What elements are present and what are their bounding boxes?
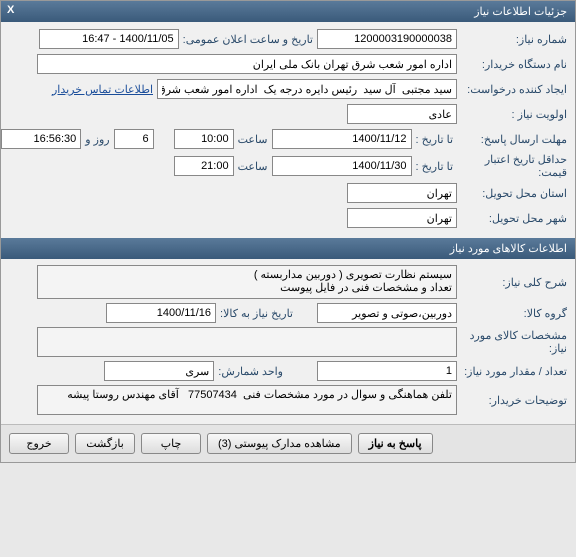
- label-deadline: مهلت ارسال پاسخ:: [457, 133, 567, 146]
- field-deadline-date: [272, 129, 412, 149]
- main-header-title: جزئیات اطلاعات نیاز: [474, 6, 567, 18]
- label-days-and: روز و: [81, 133, 113, 146]
- label-specs: مشخصات کالای مورد نیاز:: [457, 329, 567, 355]
- field-remaining-time: [1, 129, 81, 149]
- label-need-by: تاریخ نیاز به کالا:: [216, 307, 297, 320]
- respond-button[interactable]: پاسخ به نیاز: [358, 433, 433, 454]
- field-need-by: [106, 303, 216, 323]
- field-need-number: [317, 29, 457, 49]
- back-button[interactable]: بازگشت: [75, 433, 135, 454]
- label-validity: حداقل تاریخ اعتبار قیمت:: [457, 153, 567, 179]
- label-summary: شرح کلی نیاز:: [457, 276, 567, 289]
- label-priority: اولویت نیاز :: [457, 108, 567, 121]
- items-form: شرح کلی نیاز: گروه کالا: تاریخ نیاز به ک…: [1, 259, 575, 424]
- field-deadline-time: [174, 129, 234, 149]
- attachments-button[interactable]: مشاهده مدارک پیوستی (3): [207, 433, 352, 454]
- field-specs: [37, 327, 457, 357]
- field-quantity: [317, 361, 457, 381]
- label-remaining: ساعت باقی مانده: [0, 133, 1, 146]
- field-summary: [37, 265, 457, 299]
- label-buyer-org: نام دستگاه خریدار:: [457, 58, 567, 71]
- label-hour-1: ساعت: [234, 133, 272, 146]
- main-form: شماره نیاز: تاریخ و ساعت اعلان عمومی: نا…: [1, 22, 575, 238]
- field-validity-time: [174, 156, 234, 176]
- label-request-creator: ایجاد کننده درخواست:: [457, 83, 567, 96]
- field-validity-date: [272, 156, 412, 176]
- label-to-date-1: تا تاریخ :: [412, 133, 457, 146]
- field-remaining-days: [114, 129, 154, 149]
- label-unit: واحد شمارش:: [214, 365, 287, 378]
- field-group: [317, 303, 457, 323]
- label-need-number: شماره نیاز:: [457, 33, 567, 46]
- exit-button[interactable]: خروج: [9, 433, 69, 454]
- main-header: جزئیات اطلاعات نیاز X: [1, 1, 575, 22]
- label-to-date-2: تا تاریخ :: [412, 160, 457, 173]
- print-button[interactable]: چاپ: [141, 433, 201, 454]
- label-province: استان محل تحویل:: [457, 187, 567, 200]
- field-priority: [347, 104, 457, 124]
- items-header: اطلاعات کالاهای مورد نیاز: [1, 238, 575, 259]
- label-hour-2: ساعت: [234, 160, 272, 173]
- items-header-title: اطلاعات کالاهای مورد نیاز: [450, 243, 567, 255]
- field-province: [347, 183, 457, 203]
- footer-bar: خروج بازگشت چاپ مشاهده مدارک پیوستی (3) …: [1, 424, 575, 462]
- field-buyer-notes: [37, 385, 457, 415]
- field-request-creator: [157, 79, 457, 99]
- close-icon[interactable]: X: [7, 4, 14, 16]
- label-announce-date: تاریخ و ساعت اعلان عمومی:: [179, 33, 317, 46]
- label-group: گروه کالا:: [457, 307, 567, 320]
- field-unit: [104, 361, 214, 381]
- label-buyer-notes: توضیحات خریدار:: [457, 394, 567, 407]
- label-city: شهر محل تحویل:: [457, 212, 567, 225]
- field-buyer-org: [37, 54, 457, 74]
- field-announce-date: [39, 29, 179, 49]
- buyer-contact-link[interactable]: اطلاعات تماس خریدار: [52, 83, 153, 96]
- label-quantity: تعداد / مقدار مورد نیاز:: [457, 365, 567, 378]
- field-city: [347, 208, 457, 228]
- need-details-window: جزئیات اطلاعات نیاز X شماره نیاز: تاریخ …: [0, 0, 576, 463]
